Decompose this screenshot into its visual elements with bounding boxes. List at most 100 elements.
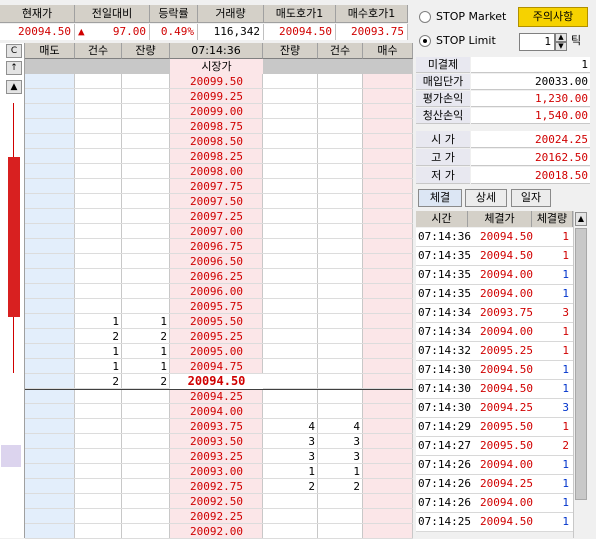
trade-price: 20094.50 — [480, 230, 533, 243]
scroll-top-button[interactable]: ↑ — [6, 61, 22, 75]
ohlc-label: 저 가 — [416, 167, 470, 184]
price-level[interactable]: 20098.25 — [170, 149, 263, 164]
trade-qty: 1 — [562, 382, 569, 395]
ask-count-cell: 1 — [112, 315, 119, 328]
price-level[interactable]: 20096.50 — [170, 254, 263, 269]
trade-row: 07:14:29 20095.50 1 — [416, 418, 573, 437]
price-level[interactable]: 20095.75 — [170, 299, 263, 314]
bid-size-cell: 4 — [308, 420, 315, 433]
price-level[interactable]: 20094.50 — [170, 374, 263, 389]
trade-row: 07:14:30 20094.50 1 — [416, 361, 573, 380]
scroll-up-button[interactable]: ▲ — [6, 80, 22, 94]
caution-button[interactable]: 주의사항 — [518, 7, 588, 27]
account-label: 미결제 — [416, 57, 470, 73]
trade-time: 07:14:30 — [418, 401, 471, 414]
trade-qty: 1 — [562, 363, 569, 376]
price-level[interactable]: 20093.25 — [170, 449, 263, 464]
price-level[interactable]: 20097.50 — [170, 194, 263, 209]
stop-limit-radio[interactable] — [419, 35, 431, 47]
price-level[interactable]: 20093.00 — [170, 464, 263, 479]
trade-row: 07:14:25 20094.50 1 — [416, 513, 573, 532]
price-level[interactable]: 20092.50 — [170, 494, 263, 509]
trade-time: 07:14:30 — [418, 382, 471, 395]
trade-header-time: 시간 — [416, 211, 468, 227]
ohlc-label: 시 가 — [416, 131, 470, 148]
tab-detail[interactable]: 상세 — [465, 189, 507, 207]
tick-up-button[interactable]: ▲ — [555, 33, 567, 42]
trade-price: 20094.25 — [480, 401, 533, 414]
bid-count-cell: 4 — [353, 420, 360, 433]
scrollbar-thumb[interactable] — [575, 228, 587, 500]
trade-time: 07:14:25 — [418, 515, 471, 528]
price-level[interactable]: 20099.00 — [170, 104, 263, 119]
trade-time: 07:14:36 — [418, 230, 471, 243]
price-level[interactable]: 20094.75 — [170, 359, 263, 374]
trade-time: 07:14:35 — [418, 268, 471, 281]
quote-header-volume: 거래량 — [198, 5, 264, 23]
col-header-ask-size: 잔량 — [122, 43, 170, 59]
clear-button[interactable]: C — [6, 44, 22, 58]
price-level[interactable]: 20093.75 — [170, 419, 263, 434]
price-level[interactable]: 20096.25 — [170, 269, 263, 284]
price-level[interactable]: 20095.00 — [170, 344, 263, 359]
trade-time: 07:14:26 — [418, 477, 471, 490]
price-level[interactable]: 20098.50 — [170, 134, 263, 149]
ask-count-cell: 2 — [112, 330, 119, 343]
change-value: ▲ 97.00 — [75, 24, 150, 40]
trade-qty: 1 — [562, 477, 569, 490]
ohlc-label: 고 가 — [416, 149, 470, 166]
price-level[interactable]: 20096.00 — [170, 284, 263, 299]
quote-header-current: 현재가 — [0, 5, 75, 23]
trade-scrollbar[interactable]: ▲ — [573, 211, 588, 538]
price-level[interactable]: 20097.00 — [170, 224, 263, 239]
price-level[interactable]: 20097.25 — [170, 209, 263, 224]
position-marker — [1, 445, 21, 467]
price-level[interactable]: 20094.25 — [170, 389, 263, 404]
account-value: 1,230.00 — [471, 91, 590, 107]
price-level[interactable]: 20098.75 — [170, 119, 263, 134]
trade-row: 07:14:26 20094.00 1 — [416, 494, 573, 513]
price-level[interactable]: 20097.75 — [170, 179, 263, 194]
price-level[interactable]: 20099.25 — [170, 89, 263, 104]
trade-qty: 1 — [562, 344, 569, 357]
price-level[interactable]: 20096.75 — [170, 239, 263, 254]
trade-price: 20094.50 — [480, 515, 533, 528]
trade-time: 07:14:26 — [418, 458, 471, 471]
price-level[interactable]: 20098.00 — [170, 164, 263, 179]
price-level[interactable]: 20095.25 — [170, 329, 263, 344]
price-level[interactable]: 20095.50 — [170, 314, 263, 329]
trade-row: 07:14:36 20094.50 1 — [416, 228, 573, 247]
account-value: 20033.00 — [471, 74, 590, 90]
trade-row: 07:14:35 20094.50 1 — [416, 247, 573, 266]
trade-header-price: 체결가 — [468, 211, 532, 227]
trade-price: 20094.00 — [480, 287, 533, 300]
scroll-up-arrow-icon[interactable]: ▲ — [575, 212, 587, 226]
account-label: 청산손익 — [416, 108, 470, 124]
price-level[interactable]: 20092.25 — [170, 509, 263, 524]
trade-price: 20094.00 — [480, 325, 533, 338]
market-price-label[interactable]: 시장가 — [170, 59, 263, 74]
tick-down-button[interactable]: ▼ — [555, 42, 567, 51]
tab-daily[interactable]: 일자 — [511, 189, 551, 207]
trade-time: 07:14:27 — [418, 439, 471, 452]
price-level[interactable]: 20099.50 — [170, 74, 263, 89]
tab-trades[interactable]: 체결 — [418, 189, 462, 207]
trade-qty: 1 — [562, 230, 569, 243]
bid-count-cell: 1 — [353, 465, 360, 478]
trade-time: 07:14:26 — [418, 496, 471, 509]
price-level[interactable]: 20092.00 — [170, 524, 263, 539]
ask-size-cell: 1 — [160, 345, 167, 358]
stop-limit-label: STOP Limit — [436, 34, 496, 47]
price-level[interactable]: 20093.50 — [170, 434, 263, 449]
trade-row: 07:14:35 20094.00 1 — [416, 266, 573, 285]
price-level[interactable]: 20094.00 — [170, 404, 263, 419]
stop-market-radio[interactable] — [419, 11, 431, 23]
trade-price: 20094.50 — [480, 363, 533, 376]
bid-count-cell: 3 — [353, 435, 360, 448]
price-level[interactable]: 20092.75 — [170, 479, 263, 494]
trade-row: 07:14:32 20095.25 1 — [416, 342, 573, 361]
col-header-ask-count: 건수 — [75, 43, 122, 59]
trade-qty: 1 — [562, 458, 569, 471]
ask-count-cell: 1 — [112, 345, 119, 358]
tick-input[interactable]: 1 — [519, 33, 555, 51]
